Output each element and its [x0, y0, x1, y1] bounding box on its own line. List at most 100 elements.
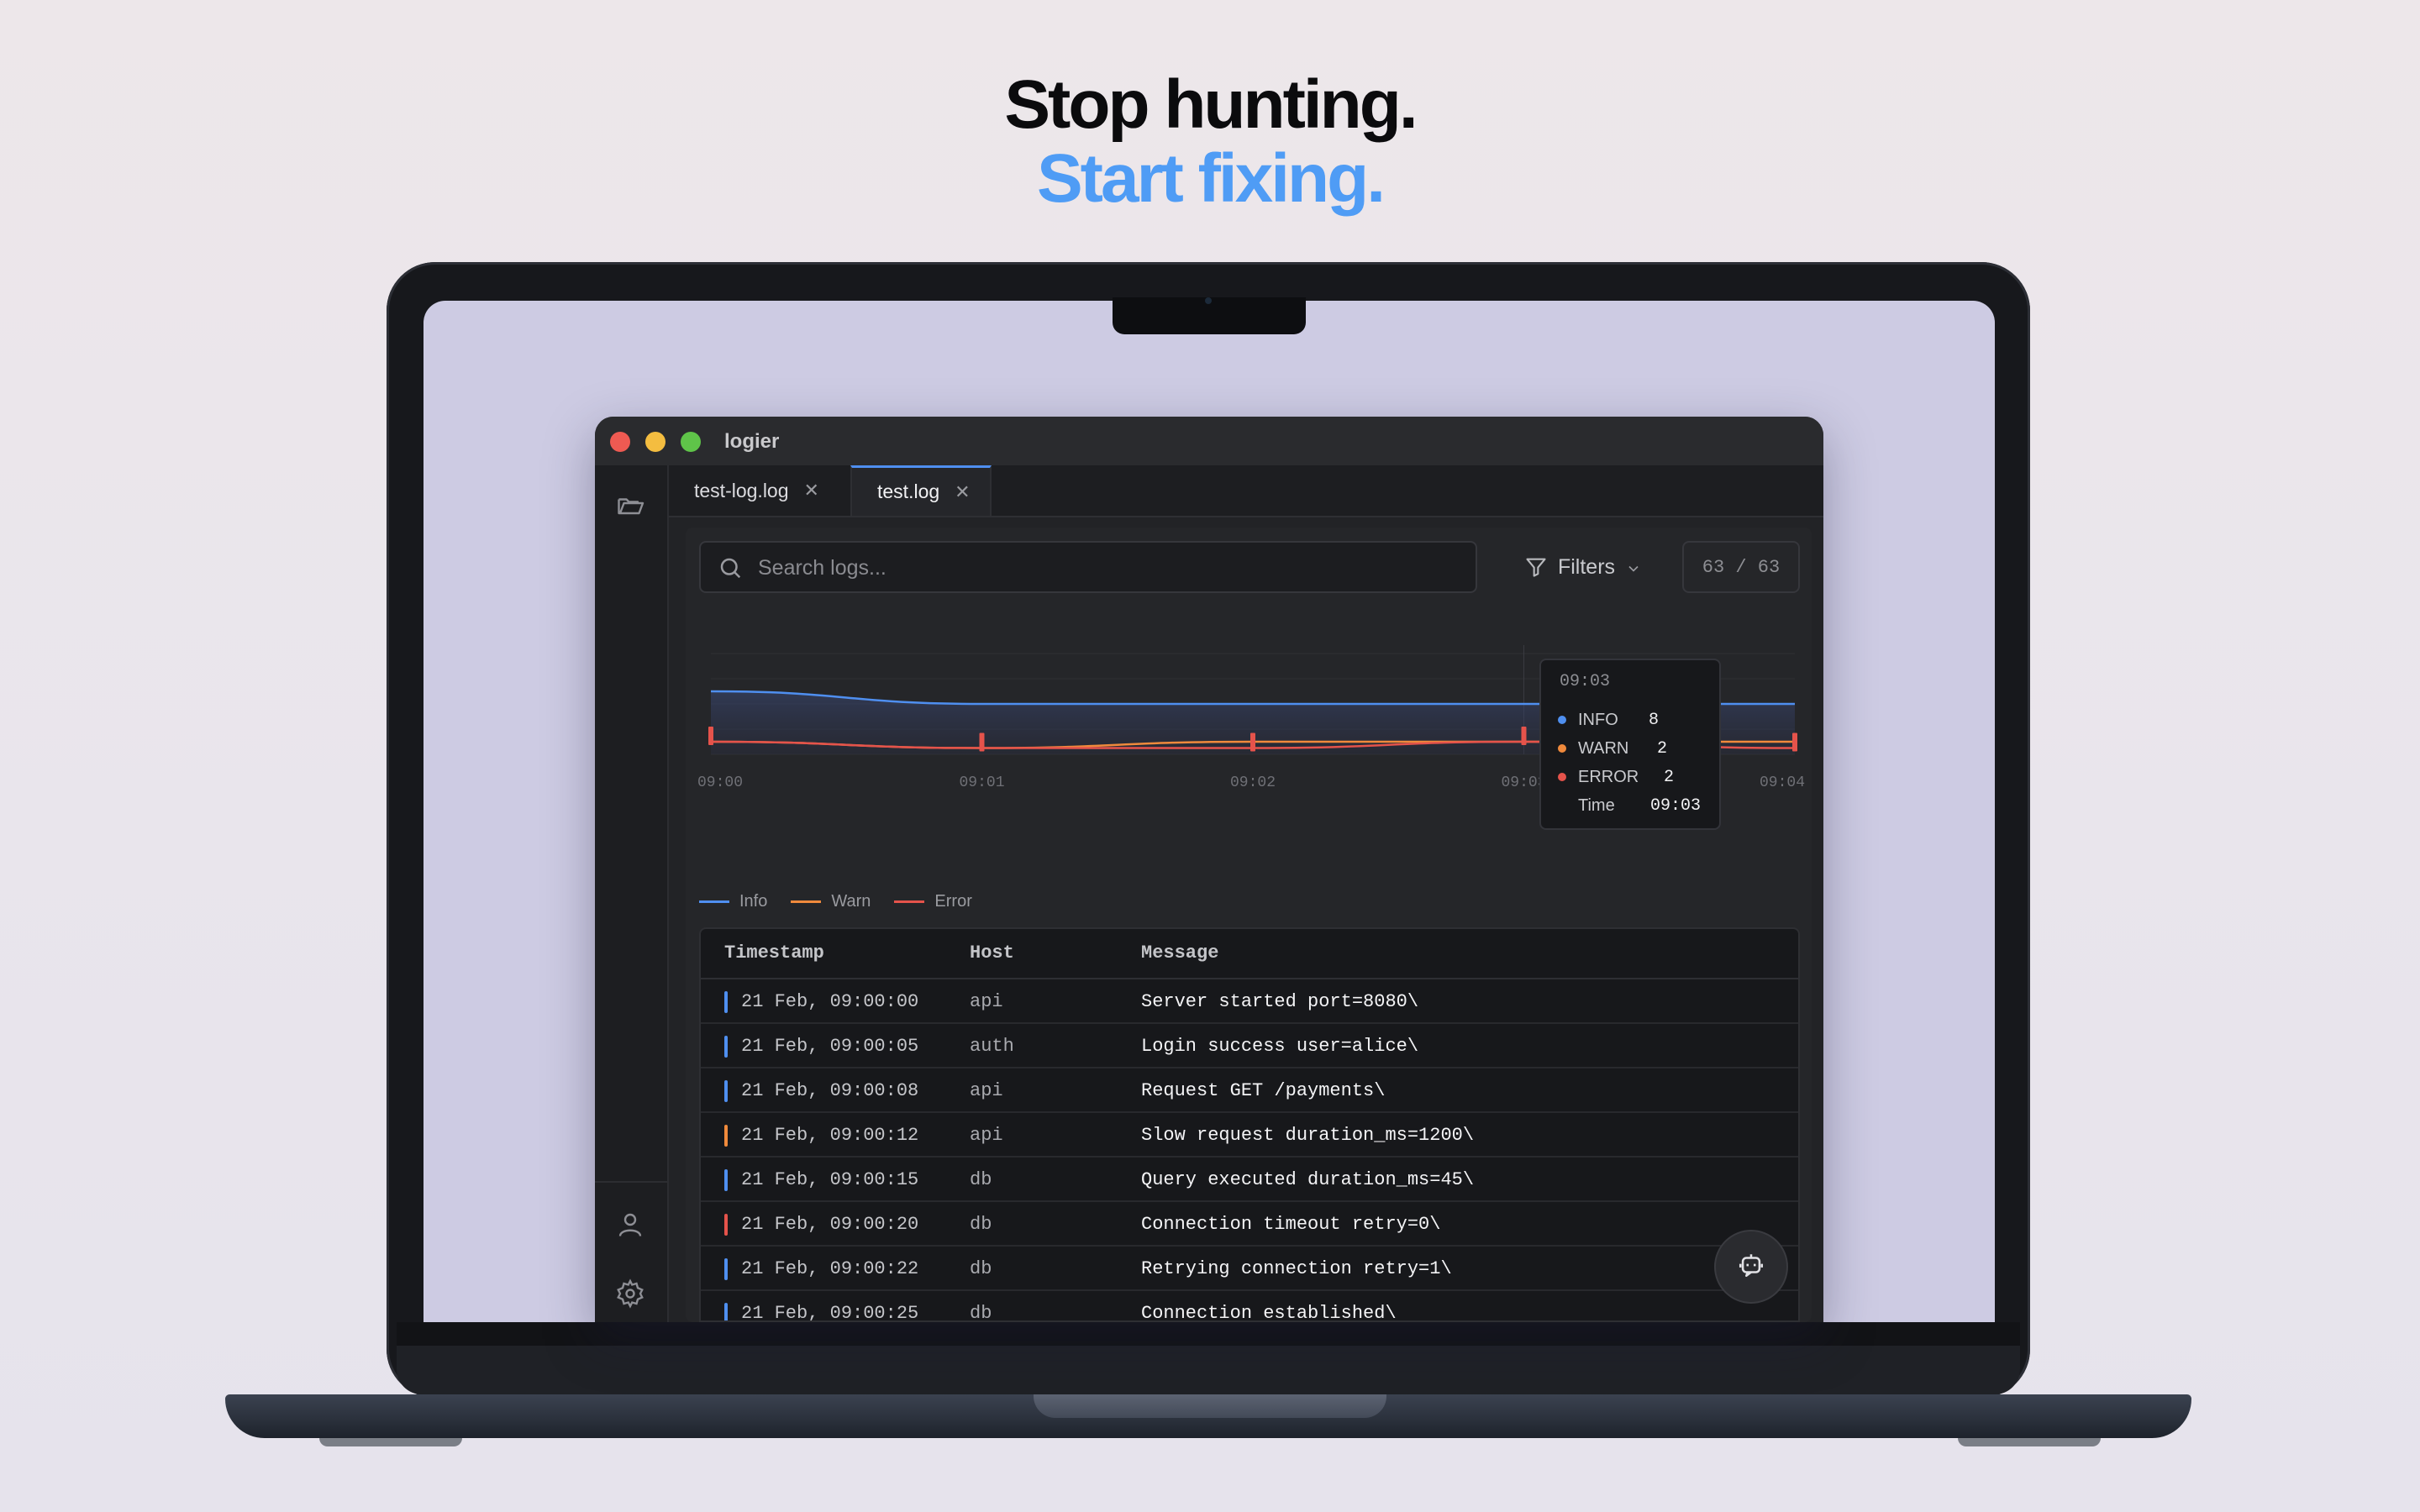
row-message: Slow request duration_ms=1200\ [1141, 1125, 1475, 1146]
tooltip-label: INFO [1578, 710, 1618, 729]
tooltip-value: 2 [1657, 738, 1668, 759]
row-timestamp: 21 Feb, 09:00:20 [741, 1214, 919, 1235]
row-message: Connection timeout retry=0\ [1141, 1214, 1441, 1235]
tooltip-value: 2 [1664, 767, 1675, 787]
info-dot-icon [1558, 716, 1566, 724]
data-point-error [1521, 727, 1527, 745]
filters-button[interactable]: Filters [1506, 541, 1660, 593]
tooltip-label: WARN [1578, 738, 1629, 758]
data-point-error [1250, 732, 1255, 752]
tab-test-log[interactable]: test.log ✕ [850, 465, 992, 516]
log-table: Timestamp Host Message 21 Feb, 09:00:00 … [699, 927, 1800, 1322]
column-header-message[interactable]: Message [1141, 942, 1218, 963]
table-row[interactable]: 21 Feb, 09:00:22 db Retrying connection … [701, 1247, 1798, 1291]
close-icon[interactable]: ✕ [804, 480, 819, 501]
column-header-timestamp[interactable]: Timestamp [724, 942, 824, 963]
x-tick-label: 09:04 [1760, 774, 1805, 791]
hero-subheadline: Start fixing. [1036, 140, 1386, 217]
row-host: api [970, 1125, 1003, 1146]
laptop-foot-left [319, 1438, 462, 1446]
level-indicator [724, 1125, 728, 1147]
app-window: logier test-log.log ✕ test.log ✕ Search … [595, 417, 1823, 1322]
tooltip-label: ERROR [1578, 767, 1639, 786]
laptop-foot-right [1958, 1438, 2101, 1446]
column-header-host[interactable]: Host [970, 942, 1014, 963]
row-message: Retrying connection retry=1\ [1141, 1258, 1452, 1279]
chart-legend: Info Warn Error [699, 892, 972, 911]
row-host: db [970, 1169, 992, 1190]
minimize-window-button[interactable] [645, 432, 666, 452]
warn-dot-icon [1558, 744, 1566, 753]
tooltip-title: 09:03 [1560, 672, 1611, 691]
table-row[interactable]: 21 Feb, 09:00:05 auth Login success user… [701, 1024, 1798, 1068]
sidebar [595, 465, 669, 1322]
level-indicator [724, 1169, 728, 1191]
row-host: db [970, 1214, 992, 1235]
legend-item-error[interactable]: Error [894, 892, 972, 911]
row-timestamp: 21 Feb, 09:00:25 [741, 1303, 919, 1322]
chevron-down-icon [1625, 559, 1642, 575]
error-dot-icon [1558, 773, 1566, 781]
result-counter: 63 / 63 [1682, 541, 1800, 593]
table-row[interactable]: 21 Feb, 09:00:08 api Request GET /paymen… [701, 1068, 1798, 1113]
title-bar: logier [595, 417, 1823, 465]
row-message: Request GET /payments\ [1141, 1080, 1386, 1101]
legend-item-warn[interactable]: Warn [791, 892, 871, 911]
level-indicator [724, 1214, 728, 1236]
bot-icon [1737, 1251, 1765, 1284]
tooltip-value: 09:03 [1650, 795, 1702, 816]
row-timestamp: 21 Feb, 09:00:05 [741, 1036, 919, 1057]
table-row[interactable]: 21 Feb, 09:00:25 db Connection establish… [701, 1291, 1798, 1322]
tooltip-row-warn: WARN 2 [1558, 736, 1667, 761]
user-icon[interactable] [615, 1210, 645, 1240]
table-header: Timestamp Host Message [701, 929, 1798, 979]
row-message: Connection established\ [1141, 1303, 1397, 1322]
data-point-error [1792, 732, 1797, 752]
x-tick-label: 09:00 [697, 774, 743, 791]
row-timestamp: 21 Feb, 09:00:00 [741, 991, 919, 1012]
legend-label: Warn [831, 892, 871, 911]
row-host: api [970, 1080, 1003, 1101]
tooltip-value: 8 [1649, 710, 1660, 730]
tooltip-row-error: ERROR 2 [1558, 764, 1674, 790]
tooltip-label: Time [1578, 795, 1615, 815]
folder-open-icon[interactable] [615, 491, 645, 521]
table-row[interactable]: 21 Feb, 09:00:20 db Connection timeout r… [701, 1202, 1798, 1247]
row-host: db [970, 1258, 992, 1279]
search-icon [718, 555, 743, 580]
row-host: db [970, 1303, 992, 1322]
table-row[interactable]: 21 Feb, 09:00:15 db Query executed durat… [701, 1158, 1798, 1202]
x-tick-label: 09:01 [959, 774, 1004, 791]
chart-tooltip: 09:03 INFO 8 WARN 2 ERROR 2 Time 09:03 [1539, 659, 1721, 830]
row-message: Server started port=8080\ [1141, 991, 1419, 1012]
tab-label: test.log [877, 480, 940, 502]
legend-label: Info [739, 892, 768, 911]
close-window-button[interactable] [610, 432, 630, 452]
assistant-button[interactable] [1714, 1230, 1788, 1304]
zoom-window-button[interactable] [681, 432, 701, 452]
level-indicator [724, 1258, 728, 1280]
x-tick-label: 09:02 [1230, 774, 1276, 791]
filters-label: Filters [1557, 554, 1616, 579]
legend-item-info[interactable]: Info [699, 892, 767, 911]
table-row[interactable]: 21 Feb, 09:00:00 api Server started port… [701, 979, 1798, 1024]
row-timestamp: 21 Feb, 09:00:08 [741, 1080, 919, 1101]
tab-test-log-log[interactable]: test-log.log ✕ [669, 465, 845, 516]
tooltip-row-info: INFO 8 [1558, 707, 1659, 732]
row-timestamp: 21 Feb, 09:00:12 [741, 1125, 919, 1146]
laptop-bezel [397, 1322, 2020, 1346]
search-bar [699, 541, 1477, 593]
search-input[interactable] [756, 549, 1465, 586]
data-point-error [979, 732, 985, 752]
table-row[interactable]: 21 Feb, 09:00:12 api Slow request durati… [701, 1113, 1798, 1158]
laptop-opening-notch [1034, 1394, 1386, 1418]
gear-icon[interactable] [615, 1278, 645, 1309]
row-message: Query executed duration_ms=45\ [1141, 1169, 1475, 1190]
log-viewer-panel: Filters 63 / 63 09:0009:0109:0209:0309:0… [686, 528, 1812, 1322]
close-icon[interactable]: ✕ [955, 481, 970, 503]
tab-bar: test-log.log ✕ test.log ✕ [669, 465, 1823, 517]
level-indicator [724, 991, 728, 1013]
row-host: auth [970, 1036, 1014, 1057]
level-indicator [724, 1303, 728, 1320]
tooltip-row-time: Time 09:03 [1558, 793, 1701, 818]
